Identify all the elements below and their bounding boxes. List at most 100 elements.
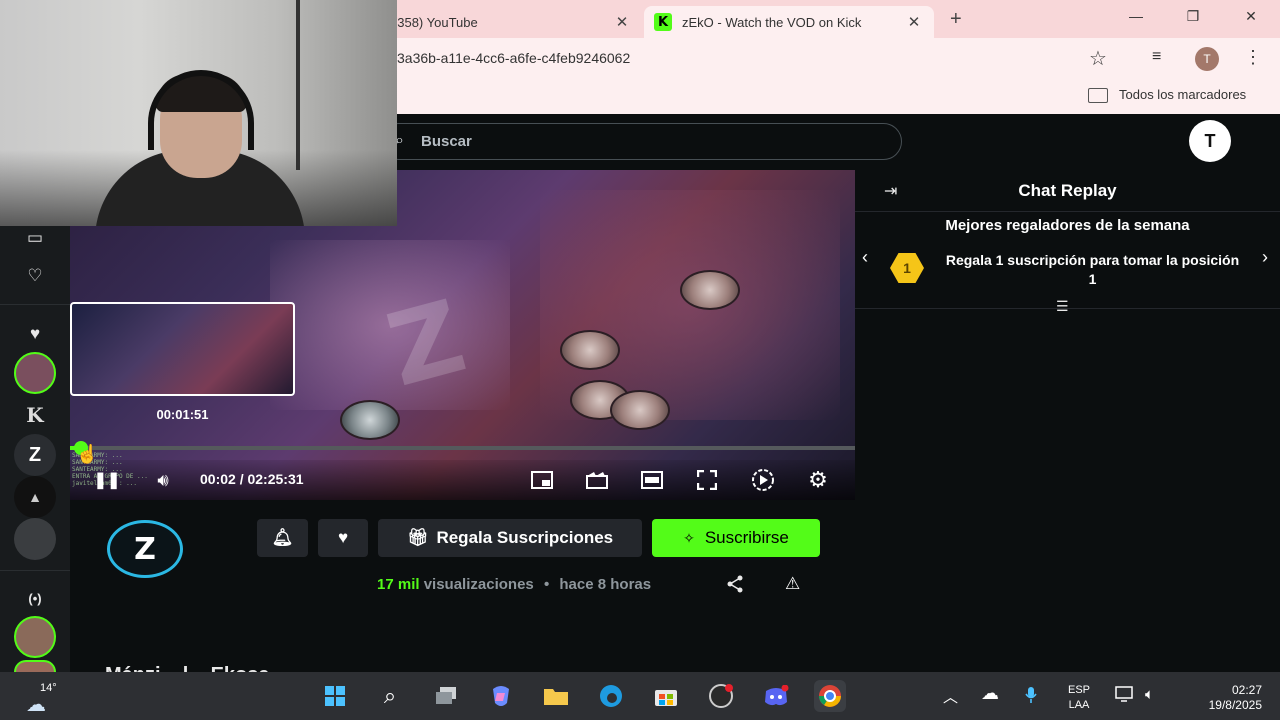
chevron-right-icon[interactable]: › — [1262, 247, 1268, 268]
share-icon[interactable] — [726, 575, 744, 598]
live-broadcast-icon: (•) — [28, 590, 42, 606]
followed-channel-avatar[interactable]: K — [14, 394, 56, 436]
volume-icon[interactable]: 🔊︎ — [150, 465, 176, 495]
microphone-icon[interactable] — [1024, 686, 1038, 708]
clip-icon[interactable] — [585, 465, 609, 495]
chrome-browser-icon[interactable] — [814, 680, 846, 712]
webcam-overlay — [0, 0, 397, 226]
reading-list-icon[interactable]: ≡ — [1152, 48, 1161, 66]
network-icon[interactable] — [1115, 686, 1135, 706]
poker-chip — [610, 390, 670, 430]
tab-kick[interactable]: K zEkO - Watch the VOD on Kick ✕ — [644, 6, 934, 38]
maximize-icon[interactable]: ❐ — [1178, 8, 1208, 25]
poker-chip — [560, 330, 620, 370]
seek-preview-thumbnail — [70, 302, 295, 396]
kick-favicon-icon: K — [654, 13, 672, 31]
url-field[interactable]: 3a36b-a11e-4cc6-a6fe-c4feb9246062 — [397, 50, 630, 66]
notifications-bell-button[interactable]: 🔔︎ — [257, 519, 308, 557]
close-tab-icon[interactable]: ✕ — [612, 13, 632, 31]
volume-speaker-icon[interactable]: 🔈︎ — [1145, 686, 1154, 703]
user-avatar[interactable]: T — [1189, 120, 1231, 162]
clock-time: 02:27 — [1231, 683, 1262, 697]
lang-code: ESP — [1067, 684, 1090, 696]
new-tab-button[interactable]: + — [950, 8, 962, 31]
video-age: hace 8 horas — [559, 576, 652, 593]
video-title-truncated: Mánzi... l... Ekosa — [105, 664, 270, 672]
miniplayer-icon[interactable] — [530, 465, 554, 495]
gift-icon: 🎁︎ — [406, 528, 429, 547]
following-heart-outline-icon[interactable]: ♡ — [17, 258, 53, 294]
task-view-icon[interactable] — [430, 680, 462, 712]
settings-gear-icon[interactable]: ⚙ — [805, 465, 831, 495]
subscribe-label: Suscribirse — [704, 528, 789, 547]
webcam-scene-cable — [296, 0, 300, 170]
weather-cloud-icon: ☁ — [26, 694, 46, 716]
seek-bar[interactable] — [70, 441, 855, 455]
following-heart-icon: ♥ — [29, 324, 41, 343]
minimize-icon[interactable]: — — [1121, 8, 1151, 24]
gift-prompt: Regala 1 suscripción para tomar la posic… — [945, 252, 1240, 287]
profile-avatar[interactable]: T — [1195, 47, 1219, 71]
chevron-left-icon[interactable]: ‹ — [862, 247, 868, 268]
file-explorer-icon[interactable] — [540, 680, 572, 712]
video-stats: 17 mil visualizaciones • hace 8 horas — [377, 576, 651, 593]
followed-channel-avatar[interactable] — [14, 352, 56, 394]
recommended-channel-avatar[interactable] — [14, 616, 56, 658]
fullscreen-icon[interactable] — [695, 465, 719, 495]
taskbar-search-icon[interactable]: ⌕ — [374, 680, 406, 712]
seek-preview-time: 00:01:51 — [156, 407, 209, 422]
folder-icon — [1088, 88, 1108, 103]
show-hidden-icons-chevron-icon[interactable]: ︿ — [943, 686, 958, 707]
followed-channel-avatar[interactable]: ▲ — [14, 476, 56, 518]
gift-subscriptions-button[interactable]: 🎁︎ Regala Suscripciones — [378, 519, 642, 557]
all-bookmarks-link[interactable]: Todos los marcadores — [1119, 87, 1246, 102]
pause-icon[interactable]: ❚❚ — [94, 465, 121, 495]
search-input[interactable]: ⌕ Buscar — [380, 123, 902, 160]
window-close-icon[interactable]: ✕ — [1236, 8, 1266, 25]
headset-icon — [148, 70, 254, 150]
playback-speed-icon[interactable] — [750, 465, 776, 495]
theater-mode-icon[interactable] — [640, 465, 664, 495]
sparkle-icon: ✧ — [683, 529, 695, 546]
bookmark-star-icon[interactable]: ☆ — [1089, 46, 1107, 71]
followed-channel-avatar[interactable] — [14, 518, 56, 560]
views-label: visualizaciones — [423, 576, 534, 593]
chat-title: Chat Replay — [1018, 181, 1117, 200]
player-timecode: 00:02 / 02:25:31 — [200, 471, 304, 487]
recommended-channel-avatar[interactable] — [14, 660, 56, 672]
start-windows-icon[interactable] — [319, 680, 351, 712]
divider — [0, 570, 70, 571]
expand-chevron-icon[interactable]: ☰ — [1056, 298, 1069, 315]
discord-icon[interactable] — [760, 680, 792, 712]
channel-logo[interactable]: Z — [107, 520, 183, 578]
edge-browser-icon[interactable] — [595, 680, 627, 712]
microsoft-store-icon[interactable] — [650, 680, 682, 712]
report-warning-icon[interactable]: ⚠ — [785, 574, 800, 594]
poker-chip — [340, 400, 400, 440]
input-language-indicator[interactable]: ESP LAA — [1062, 683, 1096, 713]
screen: { "browser": { "tabs": [ {"title": "3358… — [0, 0, 1280, 720]
top-gifters-heading: Mejores regaladores de la semana — [945, 217, 1190, 234]
tab-youtube[interactable]: 3358) YouTube ✕ — [380, 6, 642, 38]
onedrive-cloud-icon[interactable]: ☁ — [981, 683, 999, 704]
search-placeholder: Buscar — [421, 133, 472, 150]
divider — [0, 304, 70, 305]
separator-dot: • — [543, 576, 550, 593]
subscribe-button[interactable]: ✧ Suscribirse — [652, 519, 820, 557]
heart-icon: ♥ — [337, 528, 349, 547]
followed-channel-avatar[interactable]: Z — [14, 434, 56, 476]
obs-studio-icon[interactable] — [705, 680, 737, 712]
gift-button-label: Regala Suscripciones — [436, 528, 614, 547]
poker-chip — [680, 270, 740, 310]
weather-widget[interactable]: 14° ☁ — [22, 678, 58, 716]
follow-heart-button[interactable]: ♥ — [318, 519, 368, 557]
keyboard-layout: LAA — [1068, 699, 1090, 711]
close-tab-icon[interactable]: ✕ — [904, 13, 924, 31]
system-clock[interactable]: 02:27 19/8/2025 — [1182, 683, 1262, 713]
browser-menu-icon[interactable]: ⋮ — [1244, 47, 1262, 68]
views-count: 17 mil — [377, 576, 420, 593]
copilot-icon[interactable] — [485, 680, 517, 712]
bell-icon: 🔔︎ — [271, 528, 294, 547]
clock-date: 19/8/2025 — [1208, 698, 1262, 712]
hand-cursor-icon: ☝ — [76, 444, 99, 464]
